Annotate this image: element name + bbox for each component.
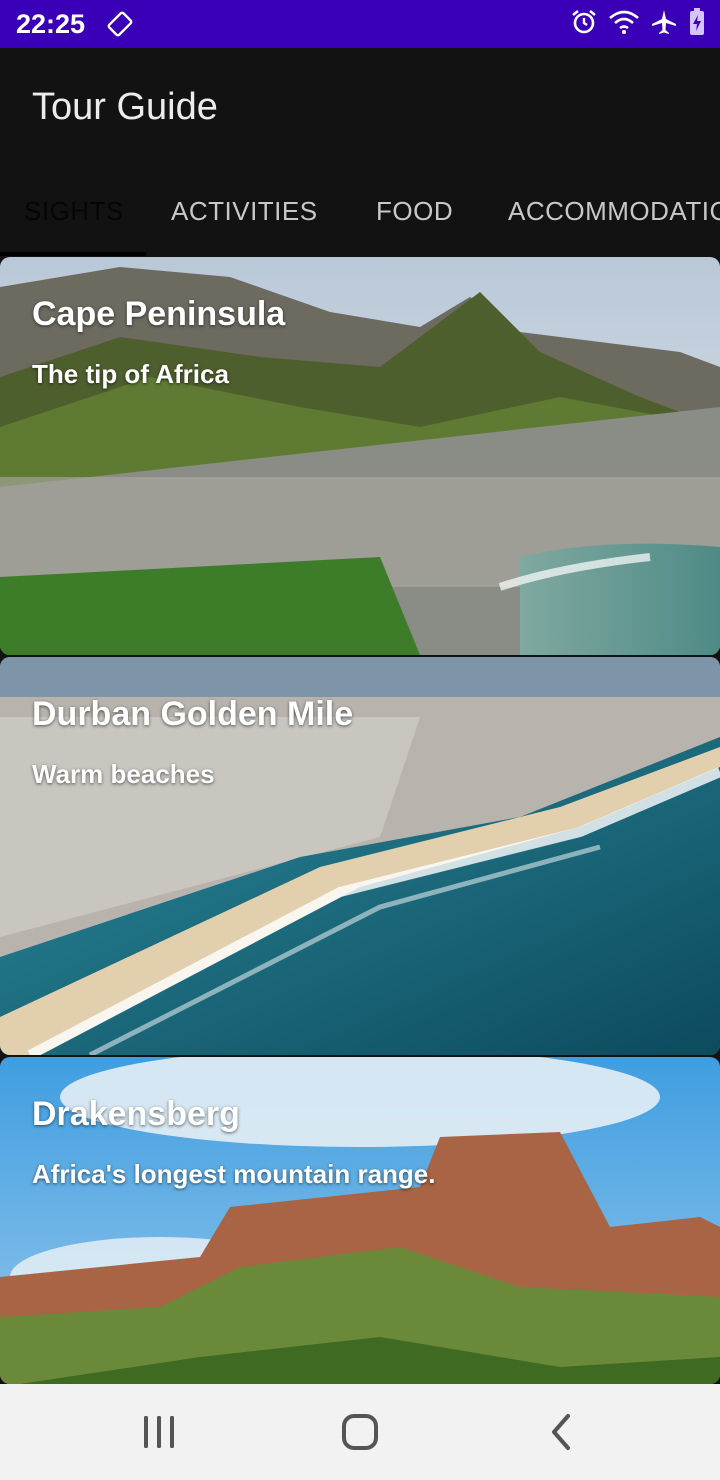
card-subtitle: Warm beaches [32,759,215,789]
card-title: Cape Peninsula [32,295,286,333]
card-drakensberg[interactable]: Drakensberg Africa's longest mountain ra… [0,1057,720,1384]
battery-charging-icon [688,7,706,41]
tab-indicator [0,252,146,256]
status-time: 22:25 [16,9,86,39]
card-subtitle: Africa's longest mountain range. [32,1159,436,1189]
card-title: Durban Golden Mile [32,695,354,733]
app-bar: Tour Guide [0,48,720,160]
status-bar: 22:25 [0,0,720,48]
airplane-mode-icon [650,8,678,41]
tab-food[interactable]: FOOD [376,196,453,227]
recent-apps-icon[interactable] [139,1412,179,1452]
app-title: Tour Guide [32,86,218,128]
navigation-bar [0,1384,720,1480]
tab-bar: SIGHTS ACTIVITIES FOOD ACCOMMODATIC [0,160,720,256]
card-cape-peninsula[interactable]: Cape Peninsula The tip of Africa [0,257,720,655]
home-icon[interactable] [340,1412,380,1452]
screen-rotate-icon [107,11,133,37]
card-subtitle: The tip of Africa [32,359,229,389]
tab-activities[interactable]: ACTIVITIES [171,196,318,227]
wifi-icon [608,8,640,41]
back-icon[interactable] [542,1412,582,1452]
tab-accommodation[interactable]: ACCOMMODATIC [508,196,720,227]
card-title: Drakensberg [32,1095,240,1133]
card-durban-golden-mile[interactable]: Durban Golden Mile Warm beaches [0,657,720,1055]
tab-sights[interactable]: SIGHTS [24,196,124,227]
status-icons [570,7,706,41]
alarm-icon [570,8,598,41]
